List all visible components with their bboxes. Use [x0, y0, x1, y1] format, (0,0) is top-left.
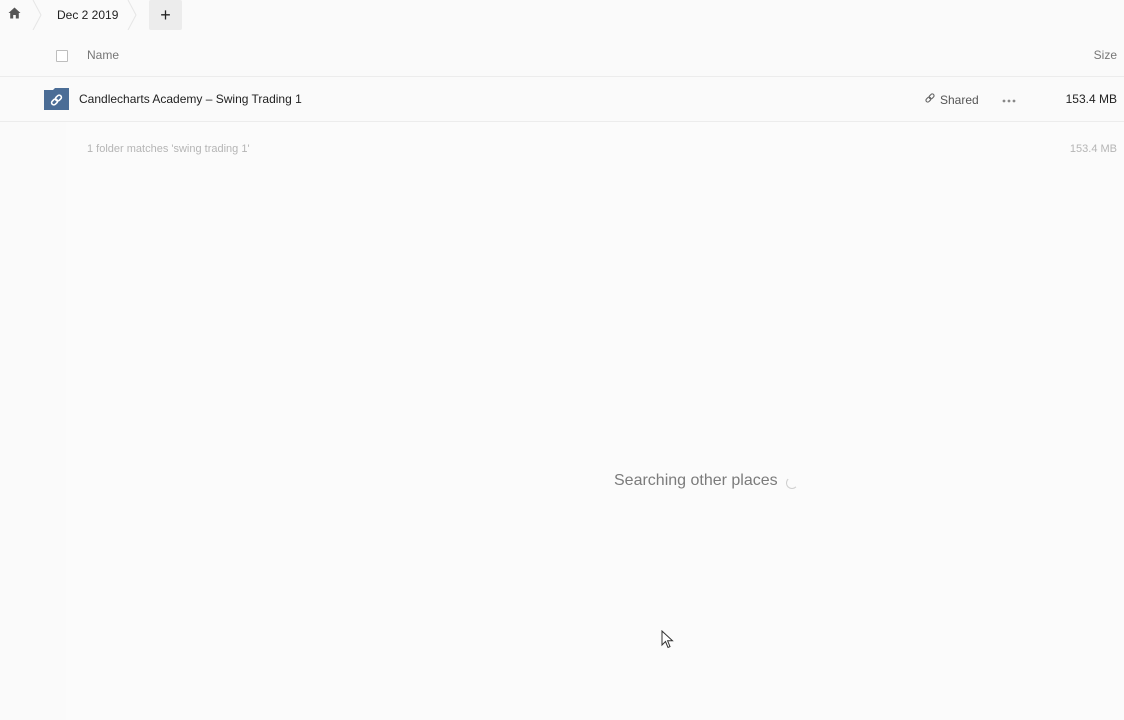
- shared-folder-link-icon: [44, 88, 69, 110]
- file-name[interactable]: Candlecharts Academy – Swing Trading 1: [79, 92, 302, 106]
- breadcrumb-separator: [127, 0, 137, 30]
- more-actions-button[interactable]: [1000, 91, 1018, 107]
- results-panel: [66, 122, 1124, 720]
- column-header-size[interactable]: Size: [1094, 48, 1117, 62]
- search-summary: 1 folder matches 'swing trading 1': [87, 143, 250, 155]
- home-button[interactable]: [0, 0, 28, 30]
- file-list-header: Name Size: [0, 36, 1124, 77]
- breadcrumb: Dec 2 2019 +: [0, 0, 1124, 30]
- home-icon: [8, 6, 21, 24]
- column-header-name[interactable]: Name: [87, 48, 119, 62]
- more-icon: [1002, 90, 1016, 108]
- table-row[interactable]: Candlecharts Academy – Swing Trading 1 S…: [0, 77, 1124, 122]
- shared-indicator[interactable]: Shared: [924, 92, 979, 107]
- select-all-checkbox[interactable]: [56, 50, 68, 62]
- searching-text: Searching other places: [614, 472, 778, 489]
- breadcrumb-separator: [32, 0, 42, 30]
- breadcrumb-item-current[interactable]: Dec 2 2019: [45, 0, 130, 30]
- search-summary-size: 153.4 MB: [1069, 143, 1117, 155]
- files-page: Dec 2 2019 + Name Size Candlecharts Acad…: [0, 0, 1124, 720]
- new-button[interactable]: +: [149, 0, 182, 30]
- link-icon: [924, 92, 936, 107]
- loading-spinner-icon: [785, 477, 798, 489]
- file-size: 153.4 MB: [1065, 92, 1117, 106]
- mouse-cursor-icon: [661, 629, 675, 650]
- shared-label: Shared: [940, 92, 979, 107]
- searching-status: Searching other places: [614, 472, 798, 490]
- plus-icon: +: [160, 5, 171, 25]
